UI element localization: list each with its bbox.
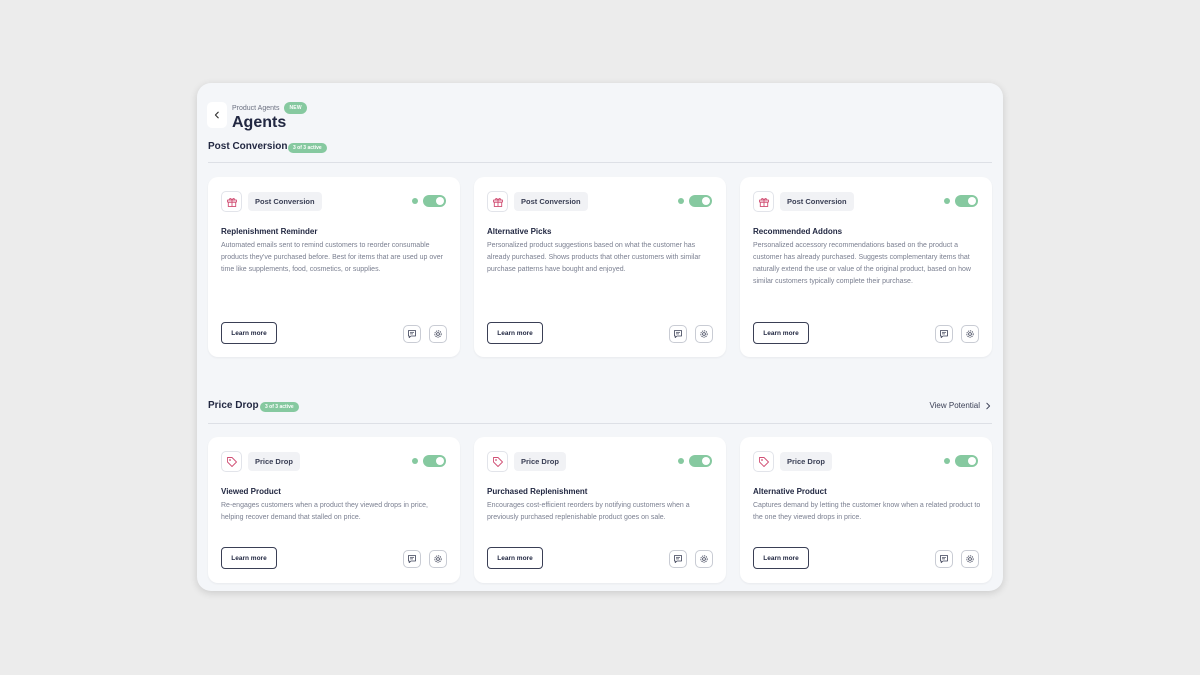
gear-icon bbox=[700, 555, 708, 563]
agent-title: Viewed Product bbox=[221, 487, 281, 496]
agent-active-toggle[interactable] bbox=[689, 195, 712, 207]
toggle-knob bbox=[436, 197, 444, 205]
message-icon bbox=[674, 330, 682, 338]
gear-icon bbox=[434, 330, 442, 338]
settings-button[interactable] bbox=[695, 550, 713, 568]
agent-active-toggle[interactable] bbox=[955, 195, 978, 207]
agent-card-alternative-picks: Post Conversion Alternative Picks Person… bbox=[474, 177, 726, 357]
agent-description: Re-engages customers when a product they… bbox=[221, 502, 428, 521]
active-status-dot bbox=[412, 458, 418, 464]
price-tag-icon bbox=[753, 451, 774, 472]
agent-title: Alternative Picks bbox=[487, 227, 552, 236]
agent-card-purchased-replenishment: Price Drop Purchased Replenishment Encou… bbox=[474, 437, 726, 583]
active-status-dot bbox=[678, 198, 684, 204]
agent-type-tag: Price Drop bbox=[248, 452, 300, 471]
settings-button[interactable] bbox=[695, 325, 713, 343]
agent-description: Personalized accessory recommendations b… bbox=[753, 242, 971, 285]
message-template-button[interactable] bbox=[669, 325, 687, 343]
section-title: Price Drop bbox=[208, 400, 259, 411]
price-tag-icon bbox=[221, 451, 242, 472]
learn-more-button[interactable]: Learn more bbox=[487, 547, 543, 569]
gear-icon bbox=[700, 330, 708, 338]
agent-card-viewed-product: Price Drop Viewed Product Re-engages cus… bbox=[208, 437, 460, 583]
message-template-button[interactable] bbox=[935, 550, 953, 568]
gear-icon bbox=[966, 330, 974, 338]
breadcrumb-label[interactable]: Product Agents bbox=[232, 105, 279, 112]
message-template-button[interactable] bbox=[403, 325, 421, 343]
learn-more-button[interactable]: Learn more bbox=[487, 322, 543, 344]
settings-button[interactable] bbox=[961, 325, 979, 343]
section-divider bbox=[208, 423, 992, 424]
message-template-button[interactable] bbox=[403, 550, 421, 568]
section-price-drop: Price Drop 3 of 3 active View Potential bbox=[208, 400, 992, 414]
message-icon bbox=[940, 555, 948, 563]
toggle-knob bbox=[436, 457, 444, 465]
learn-more-button[interactable]: Learn more bbox=[753, 322, 809, 344]
agent-type-tag: Price Drop bbox=[780, 452, 832, 471]
chevron-left-icon bbox=[214, 111, 219, 119]
active-status-dot bbox=[944, 198, 950, 204]
agent-type-tag: Post Conversion bbox=[248, 192, 322, 211]
agent-description: Automated emails sent to remind customer… bbox=[221, 242, 443, 273]
agent-card-alternative-product: Price Drop Alternative Product Captures … bbox=[740, 437, 992, 583]
learn-more-button[interactable]: Learn more bbox=[753, 547, 809, 569]
new-badge: NEW bbox=[284, 102, 307, 114]
agent-type-tag: Price Drop bbox=[514, 452, 566, 471]
agent-type-tag: Post Conversion bbox=[514, 192, 588, 211]
view-potential-link[interactable]: View Potential bbox=[929, 401, 992, 410]
active-count-badge: 3 of 3 active bbox=[260, 402, 299, 412]
agent-title: Purchased Replenishment bbox=[487, 487, 588, 496]
settings-button[interactable] bbox=[429, 325, 447, 343]
active-status-dot bbox=[412, 198, 418, 204]
toggle-knob bbox=[702, 197, 710, 205]
learn-more-button[interactable]: Learn more bbox=[221, 322, 277, 344]
price-tag-icon bbox=[487, 451, 508, 472]
gift-icon bbox=[753, 191, 774, 212]
section-divider bbox=[208, 162, 992, 163]
gear-icon bbox=[966, 555, 974, 563]
toggle-knob bbox=[968, 457, 976, 465]
agent-card-replenishment-reminder: Post Conversion Replenishment Reminder A… bbox=[208, 177, 460, 357]
message-icon bbox=[940, 330, 948, 338]
agent-active-toggle[interactable] bbox=[955, 455, 978, 467]
settings-button[interactable] bbox=[429, 550, 447, 568]
chevron-right-icon bbox=[986, 402, 991, 409]
page-header: Product Agents NEW Agents bbox=[207, 102, 707, 131]
back-button[interactable] bbox=[207, 102, 227, 128]
page-title: Agents bbox=[232, 114, 287, 131]
agents-panel: Product Agents NEW Agents Post Conversio… bbox=[197, 83, 1003, 591]
agent-description: Captures demand by letting the customer … bbox=[753, 502, 981, 521]
gift-icon bbox=[487, 191, 508, 212]
toggle-knob bbox=[702, 457, 710, 465]
message-icon bbox=[408, 330, 416, 338]
gear-icon bbox=[434, 555, 442, 563]
active-status-dot bbox=[944, 458, 950, 464]
agent-description: Encourages cost-efficient reorders by no… bbox=[487, 502, 690, 521]
message-icon bbox=[674, 555, 682, 563]
agent-active-toggle[interactable] bbox=[689, 455, 712, 467]
agent-active-toggle[interactable] bbox=[423, 195, 446, 207]
section-post-conversion: Post Conversion 3 of 3 active bbox=[208, 141, 992, 155]
message-template-button[interactable] bbox=[669, 550, 687, 568]
agent-card-recommended-addons: Post Conversion Recommended Addons Perso… bbox=[740, 177, 992, 357]
active-count-badge: 3 of 3 active bbox=[288, 143, 327, 153]
agent-title: Alternative Product bbox=[753, 487, 827, 496]
active-status-dot bbox=[678, 458, 684, 464]
agent-active-toggle[interactable] bbox=[423, 455, 446, 467]
agent-title: Recommended Addons bbox=[753, 227, 843, 236]
agent-title: Replenishment Reminder bbox=[221, 227, 318, 236]
gift-icon bbox=[221, 191, 242, 212]
view-potential-label: View Potential bbox=[929, 401, 980, 410]
settings-button[interactable] bbox=[961, 550, 979, 568]
section-title: Post Conversion bbox=[208, 141, 288, 152]
breadcrumb: Product Agents NEW bbox=[232, 102, 307, 114]
message-icon bbox=[408, 555, 416, 563]
learn-more-button[interactable]: Learn more bbox=[221, 547, 277, 569]
message-template-button[interactable] bbox=[935, 325, 953, 343]
agent-description: Personalized product suggestions based o… bbox=[487, 242, 701, 273]
toggle-knob bbox=[968, 197, 976, 205]
agent-type-tag: Post Conversion bbox=[780, 192, 854, 211]
